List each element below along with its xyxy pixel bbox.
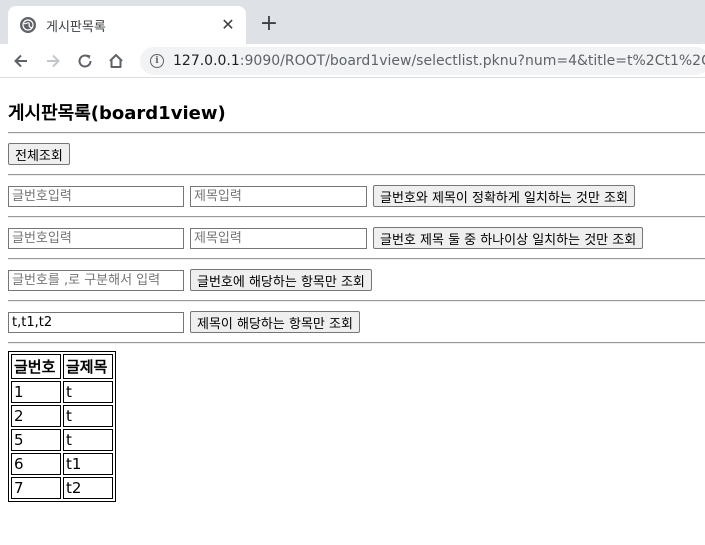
nums-input[interactable] (8, 269, 184, 291)
cell-num: 5 (11, 429, 61, 451)
cell-num: 6 (11, 453, 61, 475)
header-title: 글제목 (63, 354, 113, 379)
page-title: 게시판목록(board1view) (8, 103, 226, 124)
or-search-form: 글번호 제목 둘 중 하나이상 일치하는 것만 조회 (8, 218, 705, 258)
titles-search-form: 제목이 해당하는 항목만 조회 (8, 302, 705, 342)
result-table: 글번호 글제목 1 t 2 t 5 t 6 t1 7 t2 (8, 351, 116, 502)
page-content: 게시판목록(board1view) 전체조회 글번호와 제목이 정확하게 일치하… (0, 78, 705, 502)
table-header-row: 글번호 글제목 (11, 354, 113, 379)
url-path: :9090/ROOT/board1view/selectlist.pknu?nu… (239, 53, 705, 69)
tab-close-icon[interactable]: ✕ (220, 17, 236, 33)
cell-title: t2 (63, 477, 113, 499)
table-row: 1 t (11, 381, 113, 403)
forward-arrow-icon[interactable] (42, 50, 64, 72)
cell-num: 2 (11, 405, 61, 427)
title-input[interactable] (190, 185, 367, 207)
num-input[interactable] (8, 227, 184, 249)
url-host: 127.0.0.1 (173, 53, 240, 69)
select-all-button[interactable]: 전체조회 (8, 143, 70, 165)
url-text: 127.0.0.1:9090/ROOT/board1view/selectlis… (173, 53, 705, 69)
or-search-button[interactable]: 글번호 제목 둘 중 하나이상 일치하는 것만 조회 (373, 227, 644, 249)
browser-tab[interactable]: 게시판목록 ✕ (8, 6, 246, 44)
cell-num: 1 (11, 381, 61, 403)
back-arrow-icon[interactable] (10, 50, 32, 72)
and-search-form: 글번호와 제목이 정확하게 일치하는 것만 조회 (8, 176, 705, 216)
table-row: 7 t2 (11, 477, 113, 499)
table-row: 2 t (11, 405, 113, 427)
title-input[interactable] (190, 227, 367, 249)
address-bar[interactable]: i 127.0.0.1:9090/ROOT/board1view/selectl… (140, 47, 705, 75)
header-num: 글번호 (11, 354, 61, 379)
globe-icon (20, 17, 36, 33)
titles-input[interactable] (8, 311, 184, 333)
nums-search-button[interactable]: 글번호에 해당하는 항목만 조회 (190, 269, 372, 291)
num-input[interactable] (8, 185, 184, 207)
new-tab-plus-icon[interactable]: + (257, 12, 281, 36)
browser-toolbar: i 127.0.0.1:9090/ROOT/board1view/selectl… (0, 44, 705, 78)
cell-title: t (63, 381, 113, 403)
info-icon[interactable]: i (150, 54, 164, 68)
cell-title: t (63, 429, 113, 451)
browser-tabstrip: 게시판목록 ✕ + (0, 0, 705, 44)
cell-num: 7 (11, 477, 61, 499)
cell-title: t (63, 405, 113, 427)
table-row: 5 t (11, 429, 113, 451)
reload-icon[interactable] (74, 50, 96, 72)
titles-search-button[interactable]: 제목이 해당하는 항목만 조회 (190, 311, 360, 333)
nums-search-form: 글번호에 해당하는 항목만 조회 (8, 260, 705, 300)
tab-title: 게시판목록 (46, 19, 106, 35)
select-all-row: 전체조회 (8, 134, 705, 174)
cell-title: t1 (63, 453, 113, 475)
home-icon[interactable] (105, 50, 127, 72)
and-search-button[interactable]: 글번호와 제목이 정확하게 일치하는 것만 조회 (373, 185, 635, 207)
divider (8, 342, 705, 344)
table-row: 6 t1 (11, 453, 113, 475)
